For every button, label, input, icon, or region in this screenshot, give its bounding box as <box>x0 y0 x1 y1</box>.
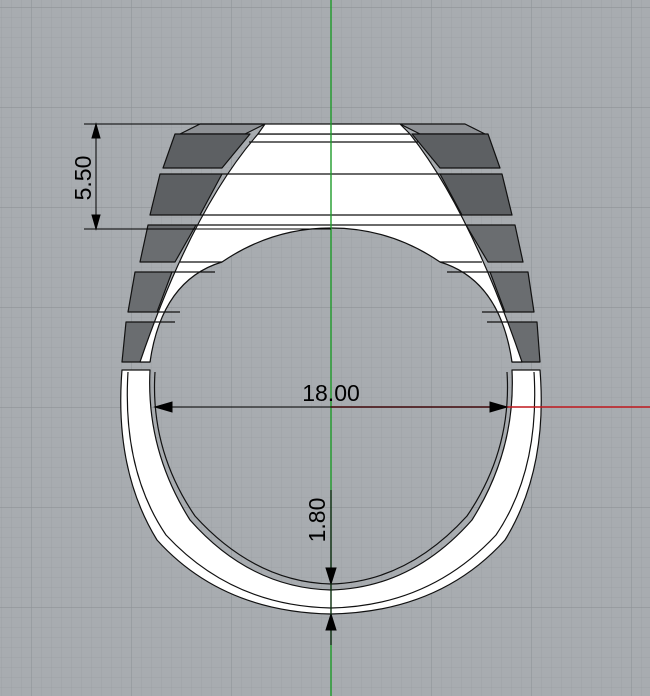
dimension-height-label: 5.50 <box>70 156 96 201</box>
dimension-thickness-label: 1.80 <box>304 498 330 543</box>
ring-top-cap <box>257 123 411 135</box>
viewport-canvas[interactable]: 5.50 18.00 1.80 <box>0 0 650 696</box>
viewport[interactable]: 5.50 18.00 1.80 <box>0 0 650 696</box>
dimension-inner-diameter-label: 18.00 <box>302 380 360 406</box>
